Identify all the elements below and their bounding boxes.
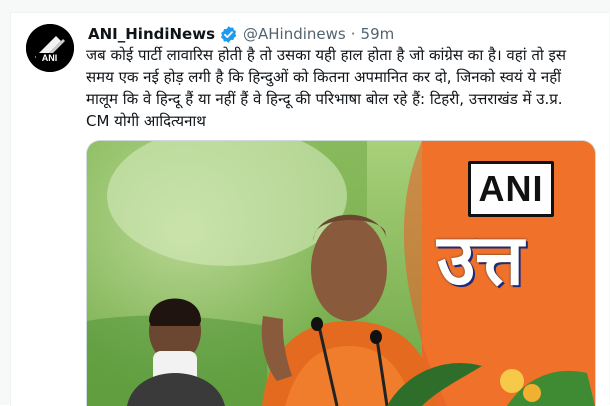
tweet-media-image[interactable]: ANI उत्त bbox=[86, 140, 596, 406]
verified-badge-icon bbox=[220, 25, 237, 43]
tweet-timestamp[interactable]: 59m bbox=[361, 25, 395, 43]
author-handle[interactable]: @AHindinews bbox=[243, 25, 346, 43]
author-name[interactable]: ANI_HindiNews bbox=[88, 25, 215, 43]
avatar[interactable]: ANI bbox=[26, 24, 74, 72]
tweet-text: जब कोई पार्टी लावारिस होती है तो उसका यह… bbox=[86, 46, 567, 130]
ani-logo-icon: ANI bbox=[26, 24, 74, 72]
banner-text: उत्त bbox=[437, 219, 524, 301]
avatar-logo-text: ANI bbox=[42, 53, 58, 63]
tweet-header: ANI_HindiNews @AHindinews · 59m bbox=[88, 22, 394, 46]
separator-dot: · bbox=[350, 25, 356, 43]
